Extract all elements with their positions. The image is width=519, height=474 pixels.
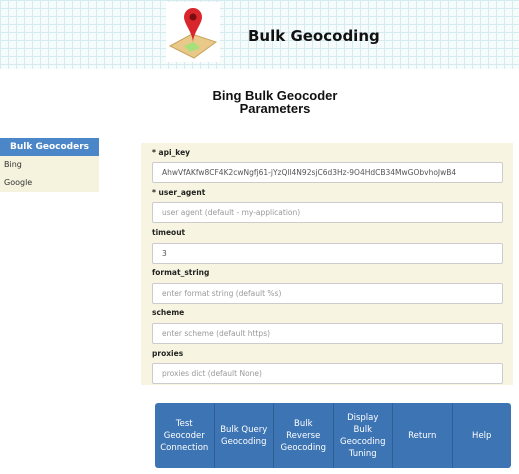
format-string-input[interactable] — [152, 283, 503, 304]
proxies-input[interactable] — [152, 363, 503, 384]
api-key-input[interactable] — [152, 162, 503, 183]
format-string-label: format_string — [152, 268, 210, 277]
header-banner: Bulk Geocoding — [0, 0, 519, 69]
timeout-label: timeout — [152, 228, 186, 237]
bulk-reverse-geocoding-button[interactable]: Bulk Reverse Geocoding — [274, 403, 334, 468]
sidebar-heading: Bulk Geocoders — [0, 138, 99, 156]
scheme-label: scheme — [152, 308, 185, 317]
timeout-input[interactable] — [152, 243, 503, 264]
user-agent-input[interactable] — [152, 202, 503, 223]
api-key-label: * api_key — [152, 148, 191, 157]
page-title-line2: Parameters — [239, 101, 311, 116]
display-tuning-button[interactable]: Display Bulk Geocoding Tuning — [334, 403, 393, 468]
help-button[interactable]: Help — [453, 403, 512, 468]
app-title: Bulk Geocoding — [248, 27, 380, 45]
sidebar: Bulk Geocoders Bing Google — [0, 138, 99, 192]
test-connection-button[interactable]: Test Geocoder Connection — [155, 403, 215, 468]
sidebar-item-bing[interactable]: Bing — [0, 156, 99, 174]
parameters-form: * api_key * user_agent timeout format_st… — [141, 143, 513, 385]
proxies-label: proxies — [152, 349, 184, 358]
scheme-input[interactable] — [152, 323, 503, 344]
map-pin-logo-icon — [166, 2, 220, 62]
bulk-query-geocoding-button[interactable]: Bulk Query Geocoding — [215, 403, 274, 468]
return-button[interactable]: Return — [393, 403, 453, 468]
sidebar-item-google[interactable]: Google — [0, 174, 99, 192]
action-toolbar: Test Geocoder Connection Bulk Query Geoc… — [155, 403, 511, 468]
page-title: Bing Bulk Geocoder Parameters — [0, 89, 519, 115]
user-agent-label: * user_agent — [152, 188, 206, 197]
